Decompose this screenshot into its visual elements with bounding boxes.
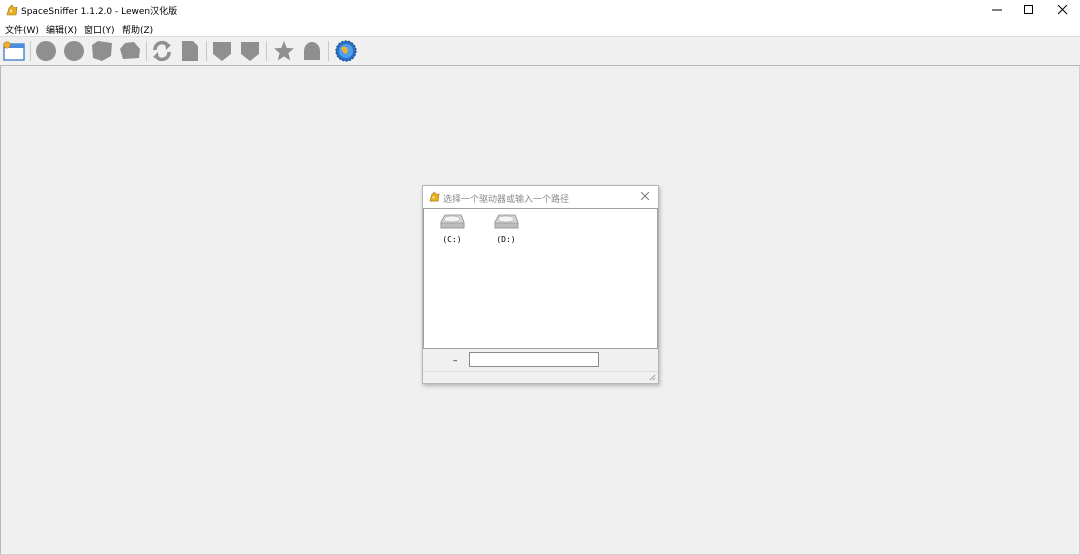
dialog-close-button[interactable] bbox=[640, 191, 650, 204]
drive-select-dialog: 选择一个驱动器或输入一个路径 (C:) (D:) – bbox=[422, 185, 659, 384]
document-button[interactable] bbox=[178, 39, 202, 63]
hard-drive-icon bbox=[494, 214, 519, 229]
drive-item-d[interactable]: (D:) bbox=[486, 213, 526, 244]
drive-label: (C:) bbox=[442, 235, 462, 244]
shield-icon bbox=[213, 42, 231, 61]
shape-icon bbox=[92, 41, 112, 61]
window-title: SpaceSniffer 1.1.2.0 - Lewen汉化版 bbox=[21, 7, 178, 17]
minimize-button[interactable] bbox=[980, 0, 1014, 20]
toolbar-button[interactable] bbox=[90, 39, 114, 63]
menu-file[interactable]: 文件(W) bbox=[5, 23, 39, 36]
toolbar-button[interactable] bbox=[118, 39, 142, 63]
toolbar-button[interactable] bbox=[300, 39, 324, 63]
toolbar-button[interactable] bbox=[62, 39, 86, 63]
menu-edit[interactable]: 编辑(X) bbox=[46, 23, 77, 36]
dialog-divider bbox=[423, 371, 658, 372]
new-window-icon bbox=[3, 41, 25, 61]
shield-icon bbox=[241, 42, 259, 61]
bell-icon bbox=[304, 42, 320, 60]
title-bar: SpaceSniffer 1.1.2.0 - Lewen汉化版 bbox=[0, 0, 1080, 20]
drive-list: (C:) (D:) bbox=[423, 208, 658, 349]
menu-bar: 文件(W) 编辑(X) 窗口(Y) 帮助(Z) bbox=[0, 20, 1080, 37]
toolbar-button[interactable] bbox=[238, 39, 262, 63]
close-icon bbox=[640, 191, 650, 201]
toolbar-separator bbox=[30, 41, 31, 61]
resize-grip[interactable] bbox=[649, 374, 656, 384]
toolbar-button[interactable] bbox=[34, 39, 58, 63]
circle-icon bbox=[36, 41, 56, 61]
document-icon bbox=[182, 41, 198, 61]
path-label: – bbox=[453, 356, 458, 366]
globe-icon bbox=[335, 40, 357, 62]
favorite-button[interactable] bbox=[272, 39, 296, 63]
app-icon bbox=[429, 191, 440, 205]
circle-icon bbox=[64, 41, 84, 61]
toolbar-separator bbox=[328, 41, 329, 61]
menu-window[interactable]: 窗口(Y) bbox=[84, 23, 115, 36]
maximize-icon bbox=[1024, 5, 1033, 14]
toolbar-separator bbox=[266, 41, 267, 61]
hard-drive-icon bbox=[440, 214, 465, 229]
drive-label: (D:) bbox=[496, 235, 516, 244]
toolbar-separator bbox=[206, 41, 207, 61]
web-button[interactable] bbox=[334, 39, 358, 63]
toolbar-button[interactable] bbox=[210, 39, 234, 63]
star-icon bbox=[274, 41, 294, 61]
refresh-icon bbox=[153, 40, 171, 62]
toolbar bbox=[0, 37, 1080, 66]
maximize-button[interactable] bbox=[1012, 0, 1046, 20]
path-input[interactable] bbox=[469, 352, 599, 367]
app-icon bbox=[6, 4, 18, 16]
close-button[interactable] bbox=[1046, 0, 1080, 20]
minimize-icon bbox=[992, 9, 1002, 11]
close-icon bbox=[1058, 5, 1068, 15]
dialog-title: 选择一个驱动器或输入一个路径 bbox=[443, 195, 570, 205]
dialog-title-bar: 选择一个驱动器或输入一个路径 bbox=[423, 186, 658, 208]
resize-grip-icon bbox=[649, 374, 656, 381]
shape-icon bbox=[120, 42, 140, 59]
refresh-button[interactable] bbox=[150, 39, 174, 63]
toolbar-separator bbox=[146, 41, 147, 61]
menu-help[interactable]: 帮助(Z) bbox=[122, 23, 153, 36]
new-window-button[interactable] bbox=[2, 39, 26, 63]
drive-item-c[interactable]: (C:) bbox=[432, 213, 472, 244]
